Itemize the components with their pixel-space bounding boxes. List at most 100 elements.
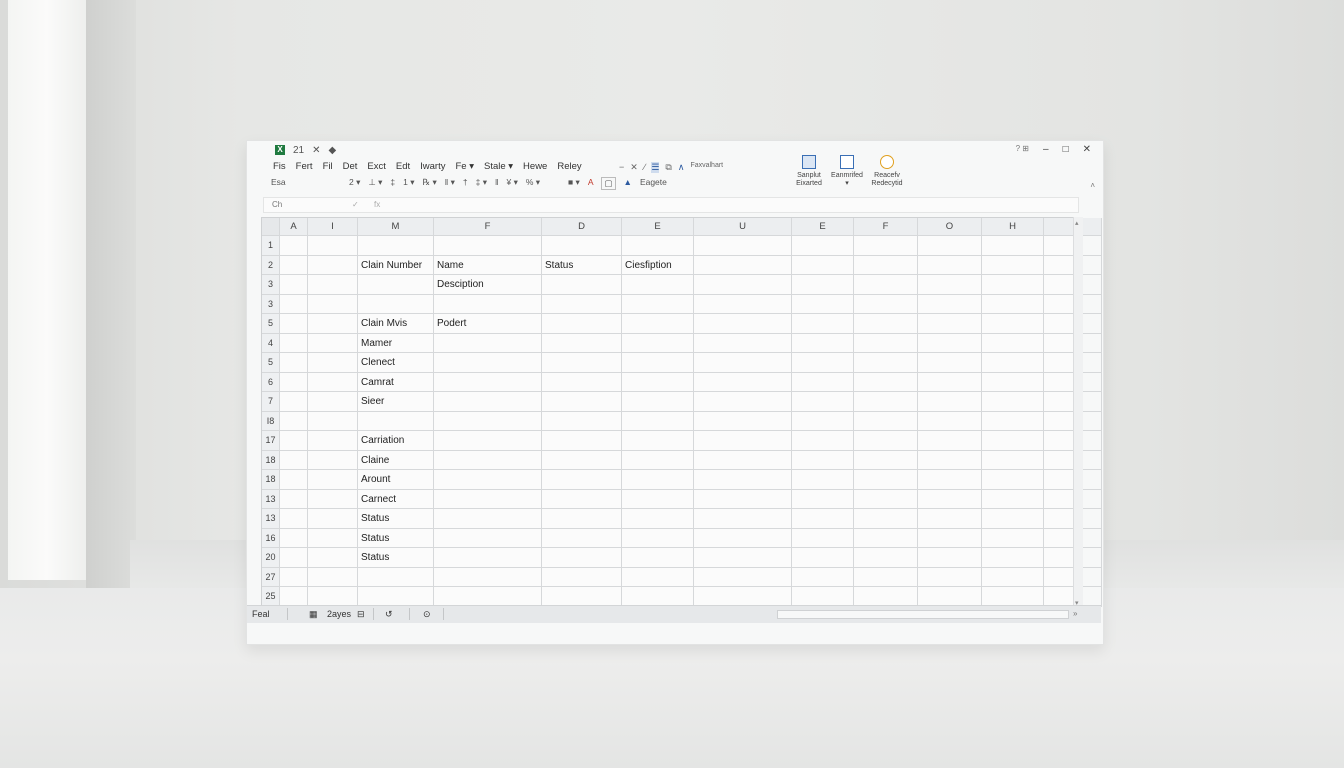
cell[interactable] <box>542 275 622 295</box>
cell[interactable] <box>434 353 542 373</box>
sheet-icon[interactable]: ▦ <box>309 609 318 620</box>
ribbon-group-3[interactable]: Reacefv Redecytid <box>855 155 919 188</box>
cell[interactable] <box>280 314 308 334</box>
cell[interactable] <box>280 450 308 470</box>
cell[interactable] <box>982 450 1044 470</box>
column-header[interactable]: U <box>694 218 792 236</box>
cell[interactable] <box>982 275 1044 295</box>
cell[interactable]: Claine <box>358 450 434 470</box>
row-header[interactable]: 2 <box>262 255 280 275</box>
cell[interactable] <box>792 587 854 607</box>
cell[interactable] <box>918 411 982 431</box>
cell[interactable] <box>358 236 434 256</box>
vertical-scrollbar[interactable]: ▴ ▾ <box>1073 217 1083 609</box>
cell[interactable] <box>982 431 1044 451</box>
cell[interactable] <box>918 548 982 568</box>
sheet-tab[interactable]: 2ayes <box>327 609 351 619</box>
cell[interactable] <box>542 314 622 334</box>
cell[interactable] <box>434 489 542 509</box>
cell[interactable] <box>792 333 854 353</box>
cell[interactable] <box>434 411 542 431</box>
cell[interactable] <box>854 528 918 548</box>
cell[interactable] <box>308 450 358 470</box>
cell[interactable] <box>694 255 792 275</box>
cell[interactable] <box>982 314 1044 334</box>
cell[interactable] <box>694 489 792 509</box>
cell[interactable] <box>694 587 792 607</box>
cell[interactable] <box>792 353 854 373</box>
cell[interactable] <box>918 353 982 373</box>
undo-icon[interactable]: ↺ <box>385 609 393 620</box>
cell[interactable] <box>622 528 694 548</box>
row-header[interactable]: 18 <box>262 470 280 490</box>
cell[interactable]: Status <box>358 548 434 568</box>
ribbon-tool[interactable]: ⊥ ▾ <box>368 177 382 190</box>
cell[interactable] <box>308 489 358 509</box>
cell[interactable] <box>542 372 622 392</box>
cell[interactable] <box>308 528 358 548</box>
cell[interactable] <box>792 431 854 451</box>
cell[interactable] <box>854 431 918 451</box>
cell[interactable] <box>918 489 982 509</box>
cell[interactable] <box>280 372 308 392</box>
cell[interactable] <box>280 411 308 431</box>
cell[interactable] <box>918 587 982 607</box>
cell[interactable] <box>308 509 358 529</box>
cell[interactable] <box>792 411 854 431</box>
menu-item[interactable]: Det <box>343 161 358 172</box>
cell[interactable] <box>434 392 542 412</box>
cell[interactable] <box>854 509 918 529</box>
cell[interactable] <box>434 372 542 392</box>
menu-item[interactable]: Fis <box>273 161 286 172</box>
cell[interactable] <box>622 450 694 470</box>
cell[interactable] <box>792 275 854 295</box>
styles-sub-label[interactable]: Eagete <box>640 177 667 190</box>
cell[interactable] <box>854 489 918 509</box>
ribbon-tool[interactable]: ‡ ▾ <box>476 177 487 190</box>
cell[interactable] <box>358 275 434 295</box>
cell[interactable] <box>434 294 542 314</box>
cell[interactable]: Status <box>358 528 434 548</box>
styles-label[interactable]: Faxvalhart <box>690 162 723 173</box>
ribbon-tool[interactable]: ⧉ <box>665 162 671 173</box>
cell[interactable] <box>542 548 622 568</box>
cell[interactable] <box>434 528 542 548</box>
menu-item[interactable]: Iwarty <box>420 161 445 172</box>
cell[interactable] <box>694 470 792 490</box>
cell[interactable] <box>792 255 854 275</box>
cell[interactable] <box>792 294 854 314</box>
column-header[interactable]: M <box>358 218 434 236</box>
cell[interactable] <box>854 353 918 373</box>
cell[interactable] <box>792 236 854 256</box>
cell[interactable] <box>918 255 982 275</box>
row-header[interactable]: 3 <box>262 294 280 314</box>
cell[interactable] <box>982 236 1044 256</box>
cell[interactable] <box>280 392 308 412</box>
column-header[interactable]: E <box>622 218 694 236</box>
cell[interactable] <box>982 353 1044 373</box>
cell[interactable] <box>434 587 542 607</box>
cell[interactable] <box>854 255 918 275</box>
cell[interactable] <box>694 509 792 529</box>
cell[interactable] <box>792 548 854 568</box>
cell[interactable] <box>792 489 854 509</box>
cell[interactable] <box>982 528 1044 548</box>
cell[interactable] <box>308 275 358 295</box>
cell[interactable] <box>918 470 982 490</box>
cell[interactable] <box>854 314 918 334</box>
cell[interactable] <box>542 470 622 490</box>
cell[interactable]: Mamer <box>358 333 434 353</box>
cell[interactable] <box>854 548 918 568</box>
cell[interactable] <box>308 353 358 373</box>
ribbon-tool[interactable]: ‖ <box>495 177 499 190</box>
cell[interactable] <box>434 509 542 529</box>
cell[interactable] <box>280 567 308 587</box>
cell[interactable]: Clain Mvis <box>358 314 434 334</box>
cell[interactable] <box>982 489 1044 509</box>
cell[interactable] <box>982 392 1044 412</box>
cell[interactable] <box>918 528 982 548</box>
row-header[interactable]: 27 <box>262 567 280 587</box>
cell[interactable] <box>982 567 1044 587</box>
cell[interactable]: Sieer <box>358 392 434 412</box>
normal-view-icon[interactable]: ⊟ <box>357 609 365 620</box>
